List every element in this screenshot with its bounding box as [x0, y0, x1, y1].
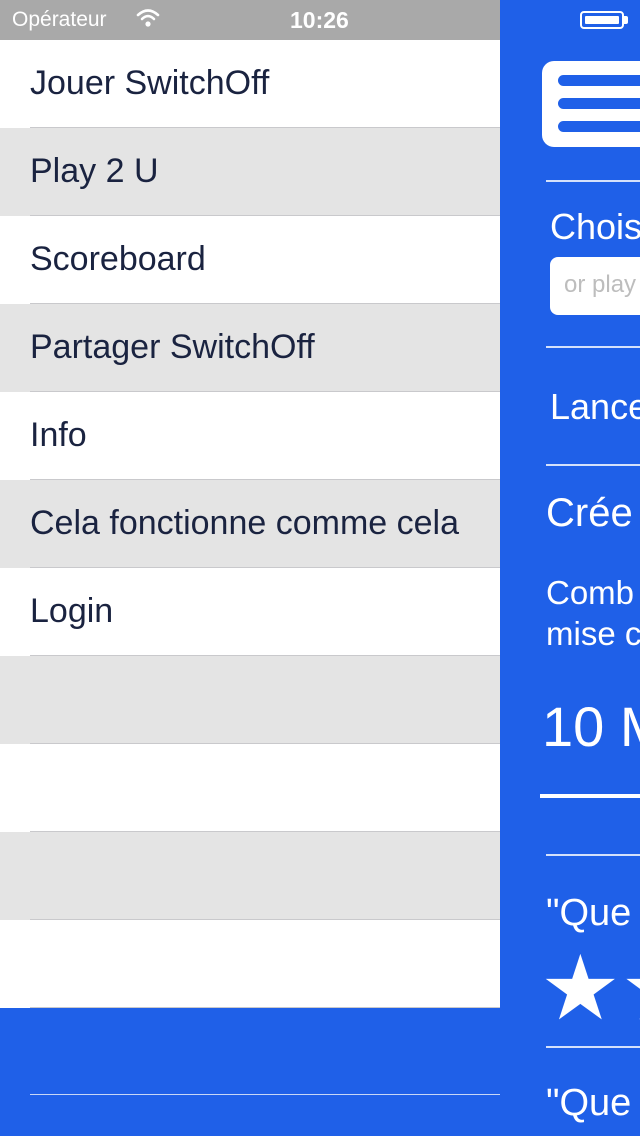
menu-item-play-2-u[interactable]: Play 2 U [0, 128, 500, 216]
description-line-2: mise c [546, 615, 640, 652]
quote-1: "Que [546, 892, 632, 934]
divider [546, 1046, 640, 1048]
menu-item-label: Info [30, 416, 87, 454]
menu-empty-row [0, 744, 500, 832]
menu-item-label: Login [30, 592, 114, 630]
menu-item-jouer-switchoff[interactable]: Jouer SwitchOff [0, 40, 500, 128]
description-line-1: Comb [546, 574, 635, 611]
menu-item-scoreboard[interactable]: Scoreboard [0, 216, 500, 304]
quote-2: "Que [546, 1082, 632, 1124]
menu-item-label: Play 2 U [30, 152, 159, 190]
menu-empty-row [0, 832, 500, 920]
menu-item-how-it-works[interactable]: Cela fonctionne comme cela [0, 480, 500, 568]
rating-stars[interactable]: ★★ [540, 944, 640, 1034]
choose-label: Chois [550, 206, 640, 247]
divider [546, 180, 640, 182]
side-menu: Jouer SwitchOff Play 2 U Scoreboard Part… [0, 40, 500, 1008]
menu-item-info[interactable]: Info [0, 392, 500, 480]
menu-toggle-button[interactable] [542, 61, 640, 147]
status-time: 10:26 [290, 7, 349, 33]
amount-value[interactable]: 10 M [542, 694, 640, 759]
search-input[interactable]: or play [550, 257, 640, 315]
wifi-icon [136, 8, 160, 33]
hamburger-icon [558, 75, 640, 86]
divider [546, 346, 640, 348]
create-heading: Crée [546, 491, 633, 535]
menu-item-label: Scoreboard [30, 240, 206, 278]
divider [546, 854, 640, 856]
amount-underline [540, 794, 640, 798]
menu-footer-divider [30, 1094, 500, 1095]
menu-item-label: Partager SwitchOff [30, 328, 315, 366]
carrier-label: Opérateur [12, 8, 107, 31]
menu-item-label: Jouer SwitchOff [30, 64, 270, 102]
menu-empty-row [0, 656, 500, 744]
main-content-panel[interactable]: Chois or play Lance Crée Comb mise c 10 … [500, 0, 640, 1136]
hamburger-icon [558, 98, 640, 109]
menu-item-label: Cela fonctionne comme cela [30, 504, 460, 542]
divider [546, 464, 640, 466]
search-placeholder: or play [564, 271, 637, 298]
menu-item-partager-switchoff[interactable]: Partager SwitchOff [0, 304, 500, 392]
hamburger-icon [558, 121, 640, 132]
menu-empty-row [0, 920, 500, 1008]
launch-button[interactable]: Lance [550, 386, 640, 428]
menu-item-login[interactable]: Login [0, 568, 500, 656]
